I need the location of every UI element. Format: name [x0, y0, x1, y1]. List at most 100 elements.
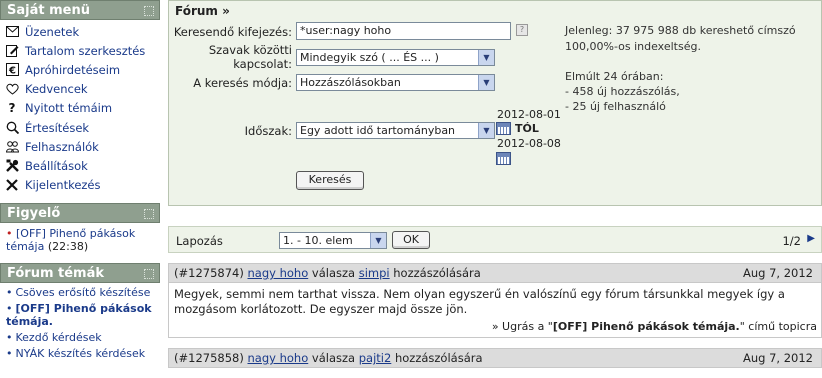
chevron-down-icon: ▼ — [478, 50, 494, 65]
paging-select[interactable]: 1. - 10. elem ▼ — [279, 232, 387, 249]
calendar-icon[interactable] — [496, 152, 511, 165]
collapse-grip-icon[interactable] — [144, 268, 154, 279]
topic-item[interactable]: • [OFF] Pihenő pákások témája. — [6, 302, 158, 328]
follow-item-time: (22:38) — [47, 239, 89, 253]
menu-item-settings[interactable]: Beállítások — [0, 156, 160, 175]
help-icon[interactable]: ? — [516, 24, 528, 36]
edit-icon — [5, 44, 19, 58]
topics-list: • Csöves erősítő készítése • [OFF] Pihenő … — [0, 283, 160, 360]
post-author[interactable]: nagy hoho — [247, 351, 308, 365]
post-body: Megyek, semmi nem tarthat vissza. Nem ol… — [169, 283, 821, 319]
relation-label-line1: Szavak közötti — [208, 43, 292, 57]
menu-item-logout[interactable]: Kijelentkezés — [0, 176, 160, 195]
post-header: (#1275874) nagy hoho válasza simpi hozzá… — [169, 264, 821, 283]
post-reply-to[interactable]: simpi — [359, 266, 390, 280]
bullet-icon: • — [6, 285, 13, 299]
index-stats: Jelenleg: 37 975 988 db kereshető címszó… — [565, 23, 796, 115]
topic-item[interactable]: • Kezdő kérdések — [6, 331, 158, 344]
users-icon — [5, 140, 19, 154]
menu-item-users[interactable]: Felhasználók — [0, 137, 160, 156]
topic-label: [OFF] Pihenő pákások témája. — [6, 301, 152, 328]
menu-item-notifications[interactable]: Értesítések — [0, 118, 160, 137]
search-button[interactable]: Keresés — [296, 171, 364, 190]
collapse-grip-icon[interactable] — [144, 6, 154, 16]
chevron-down-icon: ▼ — [370, 233, 386, 248]
bullet-icon: • — [6, 301, 13, 315]
bullet-icon: • — [6, 346, 13, 360]
search-panel: Fórum » Keresendő kifejezés: *user:nagy … — [168, 0, 822, 206]
period-label: Időszak: — [244, 124, 292, 138]
post-suffix: hozzászólására — [393, 266, 481, 280]
jump-topic[interactable]: [OFF] Pihenő pákások témája. — [553, 320, 740, 333]
post-verb: válasza — [311, 351, 356, 365]
menu-item-label: Nyitott témáim — [25, 101, 113, 116]
mode-select-value: Hozzászólásokban — [300, 76, 401, 89]
bullet-icon: • — [6, 226, 13, 240]
personal-menu: Üzenetek Tartalom szerkesztés € Apróhird… — [0, 20, 160, 199]
post-verb: válasza — [311, 266, 356, 280]
post-id[interactable]: (#1275858) — [174, 351, 244, 365]
topic-item[interactable]: • NYÁK készítés kérdések — [6, 347, 158, 360]
date-from: 2012-08-01 — [497, 108, 561, 121]
topic-item[interactable]: • Csöves erősítő készítése — [6, 286, 158, 299]
breadcrumb[interactable]: Fórum » — [175, 4, 230, 18]
stats-line: 100,00%-os indexeltség. — [565, 40, 701, 53]
menu-item-label: Felhasználók — [25, 139, 99, 154]
stats-line: - 25 új felhasználó — [565, 100, 666, 113]
follow-list: • [OFF] Pihenő pákások témája (22:38) — [0, 223, 160, 259]
close-icon — [5, 178, 19, 192]
topics-box-header: Fórum témák — [0, 262, 160, 283]
paging-label: Lapozás — [176, 234, 223, 248]
next-page-icon[interactable]: ▶ — [807, 233, 815, 244]
follow-box-header: Figyelő — [0, 202, 160, 223]
post-id[interactable]: (#1275874) — [174, 266, 244, 280]
topic-label: Csöves erősítő készítése — [15, 285, 151, 299]
relation-label: Szavak közötti kapcsolat: — [169, 43, 292, 71]
jump-suffix: " című topicra — [739, 320, 817, 333]
menu-box-title: Saját menü — [7, 3, 90, 18]
menu-item-favorites[interactable]: Kedvencek — [0, 80, 160, 99]
calendar-icon[interactable] — [496, 122, 511, 135]
chevron-down-icon: ▼ — [478, 75, 494, 90]
envelope-icon — [5, 25, 19, 39]
stats-line: Jelenleg: 37 975 988 db kereshető címszó — [565, 24, 796, 37]
post-date: Aug 7, 2012 — [742, 351, 813, 365]
mode-select[interactable]: Hozzászólásokban ▼ — [296, 74, 495, 91]
menu-box-header: Saját menü — [0, 0, 160, 20]
menu-item-open-topics[interactable]: ? Nyitott témáim — [0, 99, 160, 118]
keyword-label: Keresendő kifejezés: — [173, 25, 292, 39]
post-jump-link[interactable]: » Ugrás a "[OFF] Pihenő pákások témája."… — [169, 319, 821, 337]
menu-item-content-edit[interactable]: Tartalom szerkesztés — [0, 41, 160, 60]
heart-icon — [5, 82, 19, 96]
collapse-grip-icon[interactable] — [144, 208, 154, 219]
paging-ok-button[interactable]: OK — [392, 231, 430, 249]
menu-item-messages[interactable]: Üzenetek — [0, 22, 160, 41]
menu-item-label: Értesítések — [25, 120, 90, 135]
topics-box-title: Fórum témák — [7, 265, 105, 281]
page-indicator: 1/2 — [782, 234, 801, 248]
follow-box-title: Figyelő — [7, 205, 61, 221]
period-select[interactable]: Egy adott idő tartományban ▼ — [296, 122, 495, 139]
chevron-down-icon: ▼ — [478, 123, 494, 138]
mode-label: A keresés módja: — [193, 76, 292, 90]
post-header: (#1275858) nagy hoho válasza pajti2 hozz… — [169, 349, 821, 368]
menu-item-classifieds[interactable]: € Apróhirdetéseim — [0, 60, 160, 79]
period-select-value: Egy adott idő tartományban — [300, 124, 456, 137]
post-date: Aug 7, 2012 — [742, 266, 813, 280]
topic-label: NYÁK készítés kérdések — [15, 346, 146, 360]
relation-select[interactable]: Mindegyik szó ( ... ÉS ... ) ▼ — [296, 49, 495, 66]
keyword-input[interactable]: *user:nagy hoho — [296, 22, 511, 40]
paging-bar: Lapozás 1. - 10. elem ▼ OK 1/2 ▶ — [168, 226, 822, 253]
post: (#1275874) nagy hoho válasza simpi hozzá… — [168, 263, 822, 338]
post-suffix: hozzászólására — [394, 351, 483, 365]
jump-prefix: » Ugrás a " — [491, 320, 553, 333]
sidebar: Saját menü Üzenetek Tartalom szerkesztés… — [0, 0, 160, 378]
from-label: TÓL — [515, 122, 539, 135]
post-reply-to[interactable]: pajti2 — [359, 351, 392, 365]
menu-item-label: Apróhirdetéseim — [25, 62, 121, 77]
menu-item-label: Kijelentkezés — [25, 178, 101, 193]
euro-icon: € — [5, 63, 19, 77]
question-icon: ? — [8, 101, 16, 116]
post-author[interactable]: nagy hoho — [247, 266, 308, 280]
stats-line: - 458 új hozzászólás, — [565, 85, 680, 98]
